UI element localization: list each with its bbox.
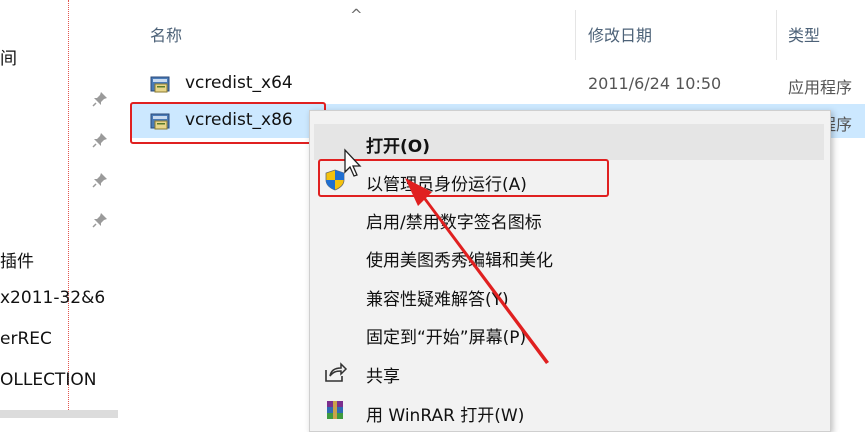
- dotted-guide-line: [68, 0, 69, 418]
- column-header-name[interactable]: 名称: [150, 22, 182, 46]
- installer-icon: [150, 76, 170, 93]
- share-icon: [325, 362, 348, 382]
- nav-item[interactable]: OLLECTION: [0, 370, 96, 390]
- nav-item[interactable]: 插件: [0, 247, 34, 272]
- winrar-icon: [327, 401, 343, 419]
- file-type: 应用程序: [788, 78, 853, 97]
- menu-item-meitu[interactable]: 使用美图秀秀编辑和美化: [310, 238, 828, 274]
- nav-scrollbar[interactable]: [0, 410, 118, 418]
- menu-label: 使用美图秀秀编辑和美化: [366, 251, 553, 271]
- column-header-date[interactable]: 修改日期: [588, 22, 652, 46]
- file-name[interactable]: vcredist_x64: [185, 73, 293, 93]
- menu-label: 打开(O): [366, 137, 430, 157]
- navigation-pane: 间 插件 x2011-32&6 erREC OLLECTION: [0, 0, 118, 418]
- column-header-row: ^ 名称 修改日期 类型: [118, 0, 865, 60]
- menu-item-winrar[interactable]: 用 WinRAR 打开(W): [310, 393, 828, 429]
- mouse-cursor-icon: [344, 148, 362, 177]
- menu-label: 共享: [366, 367, 400, 387]
- file-row[interactable]: vcredist_x64 2011/6/24 10:50 应用程序: [130, 67, 865, 101]
- nav-item[interactable]: 间: [0, 44, 17, 69]
- file-date: 2011/6/24 10:50: [588, 74, 722, 93]
- menu-item-compatibility[interactable]: 兼容性疑难解答(Y): [310, 277, 828, 313]
- menu-item-open[interactable]: 打开(O): [314, 124, 824, 160]
- pin-icon[interactable]: [92, 172, 108, 188]
- nav-item[interactable]: x2011-32&6: [0, 288, 105, 308]
- menu-label: 兼容性疑难解答(Y): [366, 290, 509, 310]
- menu-item-pin-to-start[interactable]: 固定到“开始”屏幕(P): [310, 315, 828, 351]
- column-divider[interactable]: [575, 10, 576, 60]
- nav-item[interactable]: erREC: [0, 329, 52, 349]
- column-header-type[interactable]: 类型: [788, 22, 820, 46]
- menu-label: 用 WinRAR 打开(W): [366, 406, 525, 426]
- pin-icon[interactable]: [92, 132, 108, 148]
- menu-item-share[interactable]: 共享: [310, 354, 828, 390]
- menu-label: 启用/禁用数字签名图标: [366, 213, 542, 233]
- pin-icon[interactable]: [92, 212, 108, 228]
- column-divider[interactable]: [776, 10, 777, 60]
- menu-label: 固定到“开始”屏幕(P): [366, 328, 527, 348]
- pin-icon[interactable]: [92, 91, 108, 107]
- annotation-box-file: [130, 102, 326, 144]
- sort-ascending-icon: ^: [350, 6, 363, 24]
- menu-item-signature-icons[interactable]: 启用/禁用数字签名图标: [310, 200, 828, 236]
